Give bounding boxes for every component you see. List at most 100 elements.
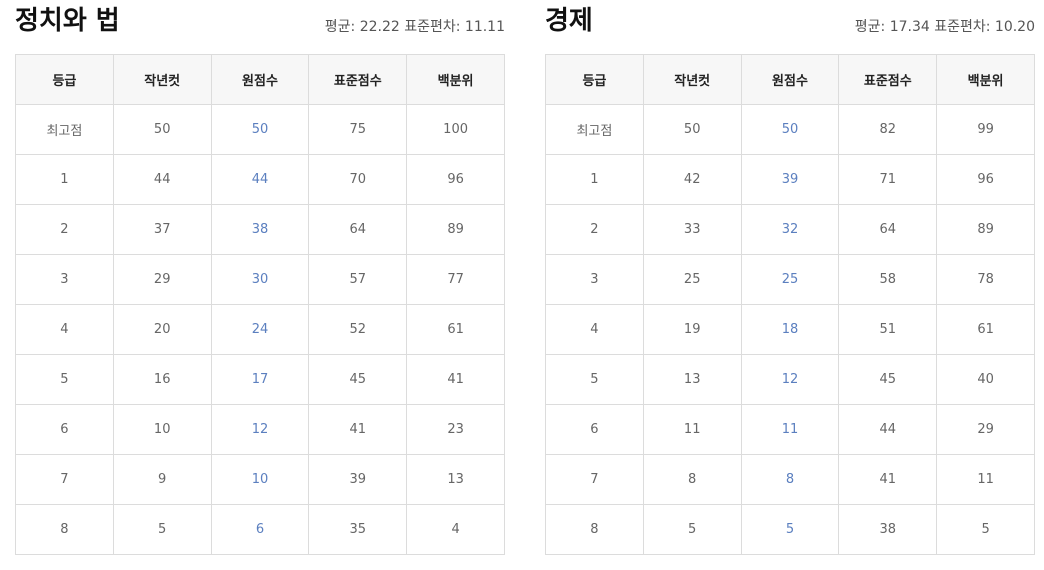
cell-standard-score: 57 [308,254,408,305]
grade-table: 등급 작년컷 원점수 표준점수 백분위 최고점 50 50 75 100 1 44 44 70 9… [15,54,505,555]
table-row: 2 37 38 64 89 [15,204,505,255]
cell-percentile: 89 [406,204,505,255]
table-row: 7 8 8 41 11 [545,454,1035,505]
panel-title: 경제 [545,6,593,36]
cell-grade: 1 [15,154,114,205]
cell-raw-score: 24 [210,304,310,355]
table-row: 2 33 32 64 89 [545,204,1035,255]
cell-grade: 4 [15,304,114,355]
table-row: 8 5 6 35 4 [15,504,505,555]
cell-raw-score: 5 [740,504,840,555]
table-row: 4 20 24 52 61 [15,304,505,355]
cell-last-year-cut: 19 [642,304,742,355]
cell-grade: 5 [15,354,114,405]
panel-politics-law: 정치와 법 평균: 22.22 표준편차: 11.11 등급 작년컷 원점수 표… [15,0,505,555]
cell-percentile: 89 [936,204,1035,255]
cell-last-year-cut: 20 [112,304,212,355]
cell-standard-score: 64 [308,204,408,255]
cell-percentile: 77 [406,254,505,305]
cell-raw-score: 39 [740,154,840,205]
cell-percentile: 41 [406,354,505,405]
cell-last-year-cut: 5 [642,504,742,555]
cell-raw-score: 10 [210,454,310,505]
cell-raw-score: 12 [210,404,310,455]
cell-standard-score: 51 [838,304,938,355]
cell-last-year-cut: 5 [112,504,212,555]
cell-grade: 2 [545,204,644,255]
cell-standard-score: 35 [308,504,408,555]
cell-standard-score: 58 [838,254,938,305]
panel-title: 정치와 법 [15,6,120,36]
table-row: 1 44 44 70 96 [15,154,505,205]
header-last-year-cut: 작년컷 [112,54,212,105]
header-raw-score: 원점수 [740,54,840,105]
cell-last-year-cut: 8 [642,454,742,505]
panel-stats: 평균: 22.22 표준편차: 11.11 [324,19,505,35]
table-header-row: 등급 작년컷 원점수 표준점수 백분위 [545,54,1035,105]
table-row: 3 25 25 58 78 [545,254,1035,305]
cell-last-year-cut: 25 [642,254,742,305]
cell-last-year-cut: 44 [112,154,212,205]
cell-standard-score: 39 [308,454,408,505]
cell-grade: 6 [545,404,644,455]
cell-percentile: 78 [936,254,1035,305]
cell-last-year-cut: 9 [112,454,212,505]
cell-standard-score: 44 [838,404,938,455]
cell-percentile: 29 [936,404,1035,455]
panel-header: 정치와 법 평균: 22.22 표준편차: 11.11 [15,0,505,54]
cell-standard-score: 52 [308,304,408,355]
cell-last-year-cut: 11 [642,404,742,455]
cell-percentile: 99 [936,104,1035,155]
table-row: 5 16 17 45 41 [15,354,505,405]
cell-percentile: 23 [406,404,505,455]
cell-standard-score: 41 [308,404,408,455]
cell-percentile: 96 [936,154,1035,205]
cell-raw-score: 44 [210,154,310,205]
cell-raw-score: 12 [740,354,840,405]
table-row: 최고점 50 50 75 100 [15,104,505,155]
cell-grade: 6 [15,404,114,455]
cell-raw-score: 11 [740,404,840,455]
cell-last-year-cut: 29 [112,254,212,305]
cell-grade: 7 [545,454,644,505]
cell-percentile: 96 [406,154,505,205]
cell-percentile: 13 [406,454,505,505]
cell-raw-score: 8 [740,454,840,505]
header-standard-score: 표준점수 [838,54,938,105]
cell-percentile: 11 [936,454,1035,505]
cell-raw-score: 17 [210,354,310,405]
cell-grade: 최고점 [15,104,114,155]
cell-percentile: 40 [936,354,1035,405]
panel-stats: 평균: 17.34 표준편차: 10.20 [854,19,1035,35]
table-row: 8 5 5 38 5 [545,504,1035,555]
cell-raw-score: 25 [740,254,840,305]
header-raw-score: 원점수 [210,54,310,105]
cell-grade: 4 [545,304,644,355]
cell-standard-score: 71 [838,154,938,205]
cell-percentile: 100 [406,104,505,155]
cell-last-year-cut: 50 [642,104,742,155]
cell-last-year-cut: 33 [642,204,742,255]
cell-grade: 7 [15,454,114,505]
cell-percentile: 4 [406,504,505,555]
cell-last-year-cut: 42 [642,154,742,205]
cell-raw-score: 32 [740,204,840,255]
cell-raw-score: 50 [740,104,840,155]
cell-grade: 3 [545,254,644,305]
table-header-row: 등급 작년컷 원점수 표준점수 백분위 [15,54,505,105]
table-row: 3 29 30 57 77 [15,254,505,305]
table-row: 4 19 18 51 61 [545,304,1035,355]
header-standard-score: 표준점수 [308,54,408,105]
cell-grade: 3 [15,254,114,305]
cell-percentile: 5 [936,504,1035,555]
cell-standard-score: 64 [838,204,938,255]
cell-last-year-cut: 50 [112,104,212,155]
cell-standard-score: 70 [308,154,408,205]
cell-raw-score: 18 [740,304,840,355]
table-body: 최고점 50 50 75 100 1 44 44 70 96 2 37 38 64 89 3 29 30 57 77 4… [15,104,505,555]
cell-last-year-cut: 37 [112,204,212,255]
header-grade: 등급 [15,54,114,105]
table-row: 1 42 39 71 96 [545,154,1035,205]
cell-standard-score: 45 [308,354,408,405]
header-percentile: 백분위 [406,54,505,105]
